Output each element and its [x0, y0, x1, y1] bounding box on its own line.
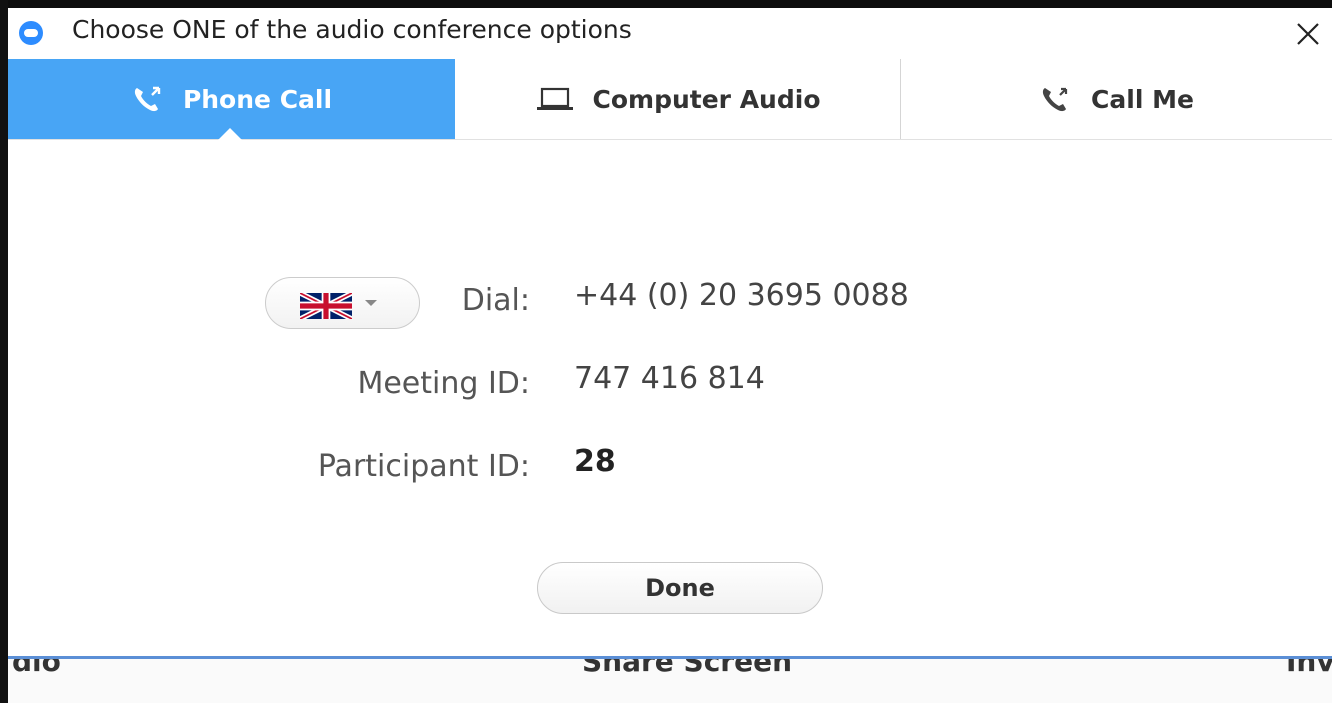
participant-id-label: Participant ID:	[317, 449, 530, 484]
phone-icon	[1042, 87, 1068, 112]
toolbar-audio-label[interactable]: dio	[12, 659, 61, 678]
close-icon[interactable]	[1288, 14, 1328, 54]
participant-id-value: 28	[574, 444, 616, 479]
country-selector[interactable]	[265, 277, 420, 329]
zoom-app-icon	[19, 21, 43, 45]
tab-label: Computer Audio	[592, 84, 821, 114]
title-bar: Choose ONE of the audio conference optio…	[8, 8, 1332, 59]
done-button[interactable]: Done	[537, 562, 823, 614]
phone-icon	[134, 86, 161, 112]
tab-label: Call Me	[1091, 84, 1194, 114]
share-screen-button[interactable]: Share Screen	[582, 659, 792, 678]
meeting-id-value: 747 416 814	[574, 361, 765, 396]
tab-phone-call[interactable]: Phone Call	[8, 59, 455, 140]
toolbar-invite-label[interactable]: Inv	[1286, 659, 1332, 678]
dial-label: Dial:	[461, 283, 530, 318]
tab-label: Phone Call	[182, 84, 333, 114]
meeting-toolbar: dio Share Screen Inv	[8, 656, 1332, 703]
tab-computer-audio[interactable]: Computer Audio	[455, 59, 901, 139]
window-left-edge	[0, 0, 8, 700]
audio-options-dialog: Choose ONE of the audio conference optio…	[8, 8, 1332, 656]
dial-number: +44 (0) 20 3695 0088	[574, 278, 909, 313]
laptop-icon	[536, 87, 573, 110]
audio-option-tabs: Phone Call Computer Audio Call Me	[8, 59, 1332, 140]
tab-call-me[interactable]: Call Me	[901, 59, 1332, 139]
meeting-id-label: Meeting ID:	[357, 366, 530, 401]
chevron-down-icon	[365, 300, 377, 306]
active-tab-pointer	[218, 128, 242, 140]
window-top-edge	[0, 0, 1332, 8]
dialog-title: Choose ONE of the audio conference optio…	[72, 15, 632, 44]
uk-flag-icon	[300, 293, 352, 319]
